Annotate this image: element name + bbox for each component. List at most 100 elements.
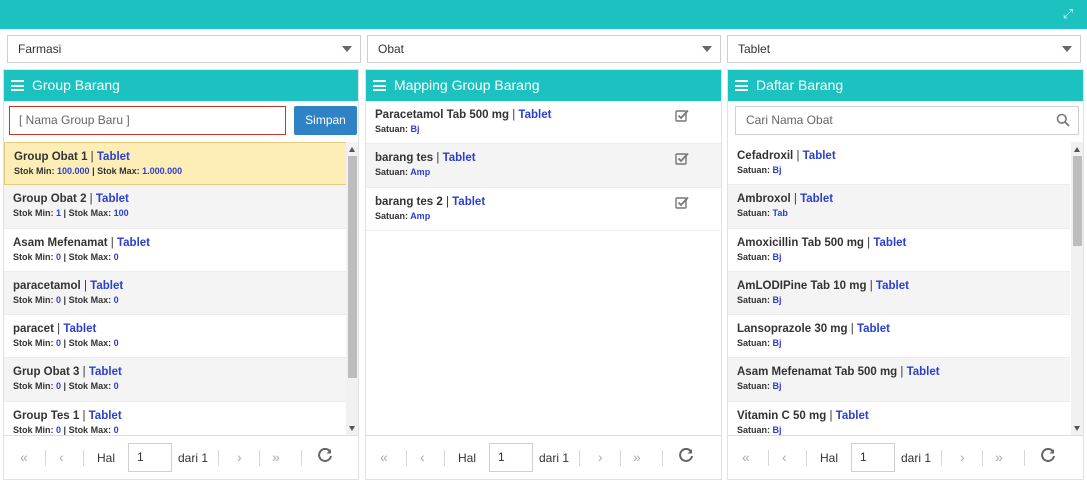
item-unit: Tablet — [835, 409, 869, 422]
item-unit: Tablet — [802, 150, 836, 162]
separator: | — [793, 150, 803, 162]
separator: | — [866, 279, 876, 292]
prev-page-icon[interactable]: ‹ — [782, 449, 787, 465]
list-item[interactable]: Cefadroxil | Tablet Satuan: Bj — [728, 142, 1070, 186]
satuan-value: Amp — [410, 167, 431, 178]
stock-min-label: Stok Min: — [13, 338, 54, 349]
type-select[interactable]: Obat — [367, 35, 721, 63]
first-page-icon[interactable]: « — [20, 449, 28, 465]
first-page-icon[interactable]: « — [742, 449, 750, 465]
satuan-label: Satuan: — [375, 210, 409, 221]
list-item[interactable]: barang tes | Tablet Satuan: Amp — [366, 144, 721, 188]
list-item[interactable]: barang tes 2 | Tablet Satuan: Amp — [366, 188, 721, 231]
pager-divider — [259, 450, 260, 466]
satuan-value: Bj — [772, 424, 782, 435]
stock-max-value: 1.000.000 — [142, 166, 183, 176]
satuan-value: Bj — [772, 165, 782, 175]
pager-divider — [620, 450, 621, 466]
pager-divider — [301, 450, 302, 466]
list-item[interactable]: Group Obat 1 | Tablet Stok Min: 100.000 |… — [4, 142, 348, 186]
scroll-thumb[interactable] — [348, 156, 357, 378]
search-input[interactable]: Cari Nama Obat — [735, 106, 1079, 135]
last-page-icon[interactable]: » — [995, 449, 1003, 465]
item-stock: Stok Min: 1 | Stok Max: 100 — [13, 208, 339, 218]
item-unit: Tablet — [96, 151, 130, 163]
next-page-icon[interactable]: › — [960, 449, 965, 465]
new-group-input[interactable]: [ Nama Group Baru ] — [9, 106, 286, 135]
separator: | — [897, 366, 907, 379]
list-item[interactable]: Paracetamol Tab 500 mg | Tablet Satuan: B… — [366, 101, 721, 145]
list-item[interactable]: Asam Mefenamat | Tablet Stok Min: 0 | Sto… — [4, 229, 348, 272]
list-item[interactable]: Asam Mefenamat Tab 500 mg | Tablet Satuan… — [728, 358, 1070, 402]
scroll-down-icon[interactable] — [349, 426, 355, 431]
group-list-scrollbar[interactable] — [346, 142, 358, 436]
last-page-icon[interactable]: » — [272, 449, 280, 465]
item-stock: Stok Min: 0 | Stok Max: 0 — [13, 381, 339, 391]
item-stock: Stok Min: 0 | Stok Max: 0 — [13, 295, 339, 305]
search-icon[interactable] — [1056, 113, 1070, 127]
list-item[interactable]: paracetamol | Tablet Stok Min: 0 | Stok M… — [4, 271, 348, 316]
item-unit: Tablet — [800, 193, 834, 206]
stock-min-label: Stok Min: — [13, 294, 54, 305]
prev-page-icon[interactable]: ‹ — [420, 449, 425, 465]
last-page-icon[interactable]: » — [633, 449, 641, 465]
expand-icon[interactable]: ⤢ — [1061, 7, 1075, 21]
pager-divider — [1024, 450, 1025, 466]
list-item[interactable]: Vitamin C 50 mg | Tablet Satuan: Bj — [728, 402, 1070, 436]
list-item[interactable]: Group Tes 1 | Tablet Stok Min: 0 | Stok M… — [4, 402, 348, 436]
next-page-icon[interactable]: › — [237, 449, 242, 465]
group-list: Group Obat 1 | Tablet Stok Min: 100.000 |… — [4, 142, 348, 436]
item-unit: Tablet — [442, 152, 476, 165]
category-select[interactable]: Farmasi — [7, 35, 361, 63]
checkbox-checked-icon[interactable] — [675, 109, 689, 123]
first-page-icon[interactable]: « — [380, 449, 388, 465]
list-item[interactable]: Lansoprazole 30 mg | Tablet Satuan: Bj — [728, 315, 1070, 359]
chevron-down-icon — [702, 46, 712, 52]
item-title: Ambroxol | Tablet — [737, 193, 1061, 205]
satuan-label: Satuan: — [375, 167, 409, 178]
item-title: Group Obat 1 | Tablet — [14, 151, 338, 163]
page-label: Hal — [820, 451, 839, 465]
scroll-down-icon[interactable] — [1074, 426, 1080, 431]
panel-header: Group Barang — [4, 70, 358, 101]
item-title: Asam Mefenamat Tab 500 mg | Tablet — [737, 366, 1061, 378]
panel-header: Mapping Group Barang — [366, 70, 721, 101]
list-item[interactable]: Ambroxol | Tablet Satuan: Tab — [728, 185, 1070, 229]
page-input[interactable]: 1 — [489, 443, 533, 472]
checkbox-checked-icon[interactable] — [675, 152, 689, 166]
refresh-icon[interactable] — [678, 448, 694, 464]
page-input[interactable]: 1 — [128, 443, 172, 472]
satuan-label: Satuan: — [737, 251, 771, 262]
stock-min-label: Stok Min: — [13, 251, 54, 262]
item-unit: Tablet — [906, 366, 940, 379]
item-name: Asam Mefenamat Tab 500 mg — [737, 366, 898, 379]
refresh-icon[interactable] — [1040, 448, 1056, 464]
next-page-icon[interactable]: › — [598, 449, 603, 465]
item-title: Grup Obat 3 | Tablet — [13, 366, 339, 378]
scroll-up-icon[interactable] — [1074, 147, 1080, 152]
separator: | — [86, 193, 96, 206]
list-item[interactable]: paracet | Tablet Stok Min: 0 | Stok Max: … — [4, 315, 348, 359]
scroll-up-icon[interactable] — [349, 147, 355, 152]
form-select[interactable]: Tablet — [727, 35, 1081, 63]
scroll-thumb[interactable] — [1073, 156, 1082, 246]
refresh-icon[interactable] — [317, 448, 333, 464]
page-input[interactable]: 1 — [851, 443, 895, 472]
form-select-value: Tablet — [738, 42, 771, 56]
daftar-list-scrollbar[interactable] — [1071, 142, 1083, 436]
item-name: Cefadroxil — [737, 150, 794, 162]
pager-divider — [406, 450, 407, 466]
item-name: AmLODIPine Tab 10 mg — [737, 279, 867, 292]
list-item[interactable]: Group Obat 2 | Tablet Stok Min: 1 | Stok … — [4, 185, 348, 229]
stock-max-value: 0 — [113, 251, 119, 262]
pager-divider — [218, 450, 219, 466]
save-button[interactable]: Simpan — [294, 106, 357, 135]
item-name: barang tes — [375, 152, 434, 165]
item-title: paracetamol | Tablet — [13, 280, 339, 292]
list-item[interactable]: Grup Obat 3 | Tablet Stok Min: 0 | Stok M… — [4, 358, 348, 402]
prev-page-icon[interactable]: ‹ — [59, 449, 64, 465]
list-item[interactable]: AmLODIPine Tab 10 mg | Tablet Satuan: Bj — [728, 271, 1070, 316]
checkbox-checked-icon[interactable] — [675, 196, 689, 210]
item-name: Vitamin C 50 mg — [737, 409, 827, 422]
list-item[interactable]: Amoxicillin Tab 500 mg | Tablet Satuan: B… — [728, 229, 1070, 272]
